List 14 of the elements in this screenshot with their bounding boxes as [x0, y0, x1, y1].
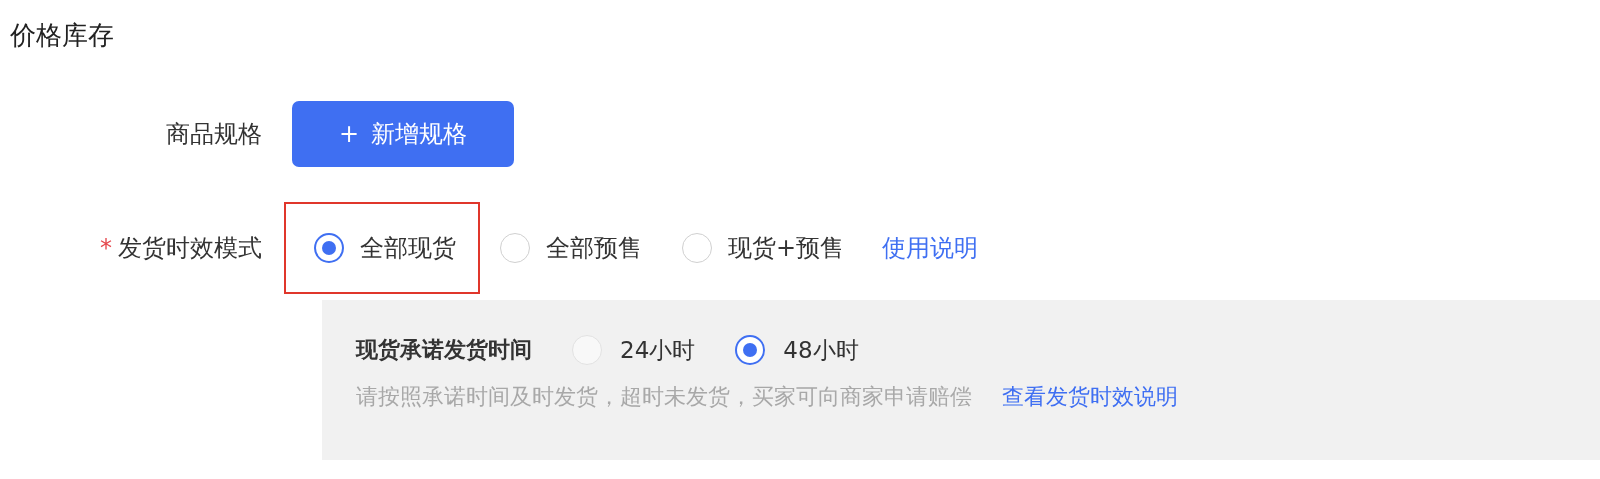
note-text: 请按照承诺时间及时发货，超时未发货，买家可向商家申请赔偿: [356, 383, 972, 411]
help-link[interactable]: 查看发货时效说明: [1002, 382, 1178, 412]
panel-label: 现货承诺发货时间: [356, 336, 532, 364]
help-link[interactable]: 使用说明: [882, 232, 979, 264]
add-spec-button[interactable]: + 新增规格: [292, 101, 514, 167]
field-label: 发货时效模式: [118, 233, 262, 264]
field-label: 商品规格: [166, 119, 262, 150]
radio-option[interactable]: 全部现货: [284, 202, 480, 294]
radio-option[interactable]: 全部预售: [480, 202, 662, 294]
radio-option[interactable]: 现货+预售: [662, 202, 865, 294]
required-mark: *: [100, 234, 112, 262]
radio-option[interactable]: 48小时: [735, 334, 859, 366]
radio-option[interactable]: 24小时: [572, 334, 696, 366]
section-title: 价格库存: [10, 19, 115, 52]
